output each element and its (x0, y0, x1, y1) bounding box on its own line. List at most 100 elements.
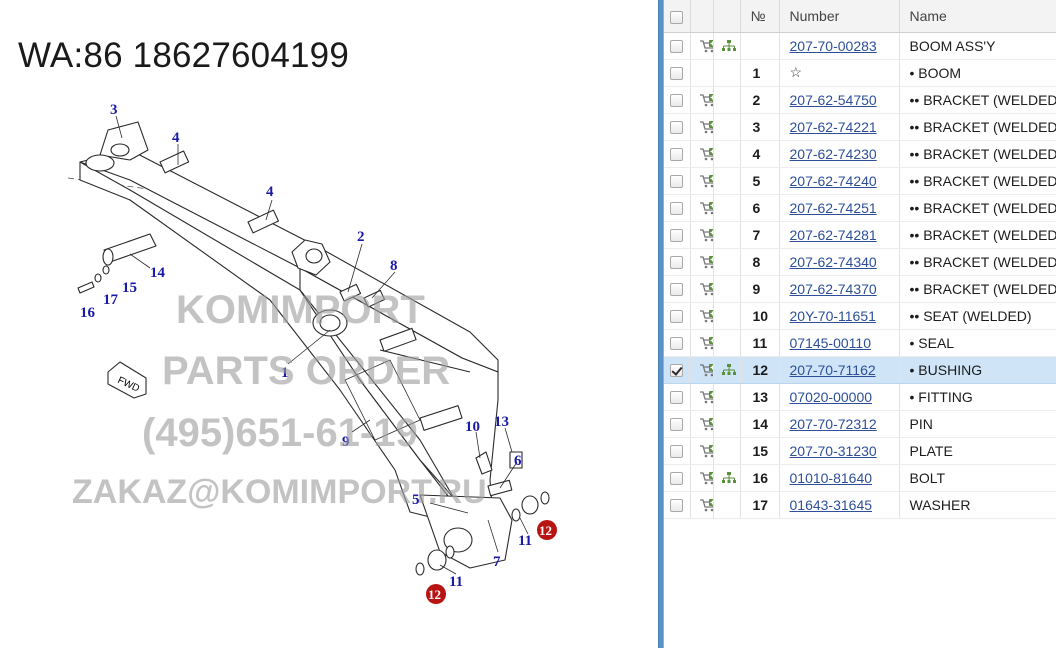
callout-15[interactable]: 15 (122, 280, 137, 296)
checkbox-icon[interactable] (670, 202, 684, 216)
cart-cell[interactable] (690, 329, 714, 357)
table-row[interactable]: 12 207-70-71162 • BUSHING (664, 356, 1056, 384)
checkbox-icon[interactable] (670, 310, 684, 324)
cart-cell[interactable] (690, 113, 714, 141)
row-checkbox-cell[interactable] (664, 356, 691, 384)
table-row[interactable]: 14 207-70-72312 PIN (664, 410, 1056, 438)
part-number-link[interactable]: 207-62-74251 (790, 200, 877, 216)
column-header-name[interactable]: Name (899, 0, 1056, 33)
row-part-number[interactable]: 07145-00110 (779, 329, 900, 357)
cart-icon[interactable] (691, 147, 712, 161)
row-part-number[interactable]: 01010-81640 (779, 464, 900, 492)
part-number-link[interactable]: 207-62-74281 (790, 227, 877, 243)
select-all-checkbox[interactable] (670, 10, 684, 24)
part-number-link[interactable]: 01643-31645 (790, 497, 873, 513)
part-number-link[interactable]: 20Y-70-11651 (790, 308, 876, 324)
part-number-link[interactable]: 207-70-71162 (790, 362, 876, 378)
cart-cell[interactable] (690, 86, 714, 114)
cart-cell[interactable] (690, 194, 714, 222)
cart-icon[interactable] (691, 471, 712, 485)
cart-icon[interactable] (691, 201, 712, 215)
callout-4a[interactable]: 4 (172, 130, 180, 146)
callout-14[interactable]: 14 (150, 265, 166, 281)
row-checkbox-cell[interactable] (664, 167, 691, 195)
row-part-number[interactable]: 207-70-71162 (779, 356, 900, 384)
part-number-link[interactable]: 207-62-74340 (790, 254, 877, 270)
cart-icon[interactable] (691, 255, 712, 269)
column-header-number[interactable]: Number (779, 0, 900, 33)
table-row[interactable]: 10 20Y-70-11651 •• SEAT (WELDED) (664, 302, 1056, 330)
cart-cell[interactable] (690, 410, 714, 438)
checkbox-icon[interactable] (670, 256, 684, 270)
checkbox-icon[interactable] (670, 364, 684, 378)
row-part-number[interactable]: 207-62-74370 (779, 275, 900, 303)
cart-icon[interactable] (691, 228, 712, 242)
checkbox-icon[interactable] (670, 418, 684, 432)
table-row[interactable]: 15 207-70-31230 PLATE (664, 437, 1056, 465)
part-number-link[interactable]: 07145-00110 (790, 335, 871, 351)
cart-cell[interactable] (690, 302, 714, 330)
cart-cell[interactable] (690, 32, 714, 60)
row-checkbox-cell[interactable] (664, 32, 691, 60)
checkbox-icon[interactable] (670, 472, 684, 486)
cart-icon[interactable] (691, 336, 712, 350)
table-row[interactable]: 17 01643-31645 WASHER (664, 491, 1056, 519)
callout-4b[interactable]: 4 (266, 184, 274, 200)
row-part-number[interactable]: 20Y-70-11651 (779, 302, 900, 330)
part-number-link[interactable]: 207-62-74240 (790, 173, 877, 189)
row-part-number[interactable]: 207-70-31230 (779, 437, 900, 465)
row-checkbox-cell[interactable] (664, 464, 691, 492)
callout-11a[interactable]: 11 (518, 533, 532, 549)
row-part-number[interactable]: 207-62-74240 (779, 167, 900, 195)
callout-17[interactable]: 17 (103, 292, 119, 308)
cart-icon[interactable] (691, 309, 712, 323)
checkbox-icon[interactable] (670, 175, 684, 189)
cart-cell[interactable] (690, 248, 714, 276)
row-checkbox-cell[interactable] (664, 437, 691, 465)
callout-12a[interactable]: 12 (537, 520, 557, 540)
table-row[interactable]: 1 ☆ • BOOM (664, 59, 1056, 87)
checkbox-icon[interactable] (670, 148, 684, 162)
tree-cell[interactable] (713, 356, 741, 384)
cart-icon[interactable] (691, 282, 712, 296)
row-checkbox-cell[interactable] (664, 86, 691, 114)
checkbox-icon[interactable] (670, 67, 684, 81)
row-checkbox-cell[interactable] (664, 491, 691, 519)
callout-13[interactable]: 13 (494, 414, 509, 430)
row-part-number[interactable]: 207-70-72312 (779, 410, 900, 438)
callout-6[interactable]: 6 (514, 453, 522, 469)
part-number-link[interactable]: 207-70-00283 (790, 38, 877, 54)
table-row[interactable]: 207-70-00283 BOOM ASS'Y (664, 32, 1056, 60)
part-number-link[interactable]: 07020-00000 (790, 389, 873, 405)
row-checkbox-cell[interactable] (664, 275, 691, 303)
row-checkbox-cell[interactable] (664, 140, 691, 168)
cart-cell[interactable] (690, 167, 714, 195)
checkbox-icon[interactable] (670, 391, 684, 405)
checkbox-icon[interactable] (670, 337, 684, 351)
row-part-number[interactable]: 207-62-74230 (779, 140, 900, 168)
callout-8[interactable]: 8 (390, 258, 398, 274)
cart-cell[interactable] (690, 437, 714, 465)
callout-11b[interactable]: 11 (449, 574, 463, 590)
tree-cell[interactable] (713, 464, 741, 492)
row-checkbox-cell[interactable] (664, 113, 691, 141)
cart-cell[interactable] (690, 275, 714, 303)
table-row[interactable]: 5 207-62-74240 •• BRACKET (WELDED) (664, 167, 1056, 195)
cart-icon[interactable] (691, 120, 712, 134)
cart-cell[interactable] (690, 221, 714, 249)
tree-icon[interactable] (714, 39, 740, 53)
row-part-number[interactable]: 207-62-74221 (779, 113, 900, 141)
column-header-no[interactable]: № (740, 0, 780, 33)
select-all-header[interactable] (664, 0, 691, 33)
checkbox-icon[interactable] (670, 283, 684, 297)
row-checkbox-cell[interactable] (664, 248, 691, 276)
table-row[interactable]: 6 207-62-74251 •• BRACKET (WELDED) (664, 194, 1056, 222)
row-checkbox-cell[interactable] (664, 302, 691, 330)
tree-cell[interactable] (713, 32, 741, 60)
row-checkbox-cell[interactable] (664, 59, 691, 87)
row-part-number[interactable]: 207-62-74340 (779, 248, 900, 276)
checkbox-icon[interactable] (670, 40, 684, 54)
callout-12b[interactable]: 12 (426, 584, 446, 604)
cart-icon[interactable] (691, 417, 712, 431)
table-row[interactable]: 9 207-62-74370 •• BRACKET (WELDED) (664, 275, 1056, 303)
